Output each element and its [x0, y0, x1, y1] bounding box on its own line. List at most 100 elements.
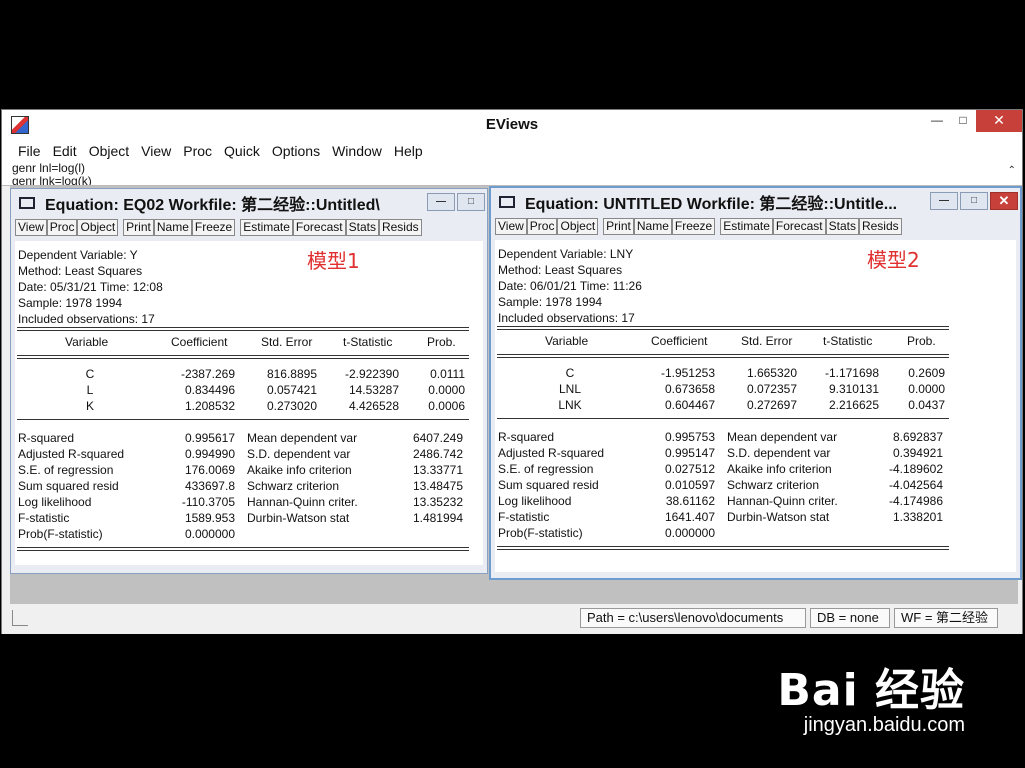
menu-quick[interactable]: Quick: [218, 140, 266, 162]
app-title: EViews: [485, 116, 539, 133]
row-var: K: [85, 399, 94, 413]
stat-label: Mean dependent var: [247, 431, 358, 445]
row-p: 0.0006: [428, 399, 465, 413]
estimate-button[interactable]: Estimate: [720, 218, 773, 235]
freeze-button[interactable]: Freeze: [671, 218, 716, 235]
command-window[interactable]: genr lnl=log(l) genr lnk=log(k) ⌃: [2, 162, 1022, 186]
stat-label: S.D. dependent var: [727, 446, 831, 460]
proc-button[interactable]: Proc: [46, 219, 78, 236]
print-button[interactable]: Print: [123, 219, 154, 236]
command-line-2: genr lnk=log(k): [12, 174, 92, 186]
view-button[interactable]: View: [15, 219, 47, 236]
stat-value: 0.995617: [184, 431, 235, 445]
row-var: LNL: [558, 382, 581, 396]
resids-button[interactable]: Resids: [378, 219, 422, 236]
print-button[interactable]: Print: [603, 218, 634, 235]
row-var: C: [565, 366, 575, 380]
equation-icon: [499, 196, 515, 208]
untitled-output: Dependent Variable: LNY Method: Least Sq…: [495, 240, 1016, 572]
status-bar: Path = c:\users\lenovo\documents DB = no…: [2, 604, 1022, 634]
menu-file[interactable]: File: [12, 140, 47, 162]
eq02-title-bar: Equation: EQ02 Workfile: 第二经验::Untitled\…: [11, 189, 487, 217]
stat-value: 1589.953: [184, 511, 235, 525]
object-button[interactable]: Object: [77, 219, 119, 236]
name-button[interactable]: Name: [153, 219, 192, 236]
equation-icon: [19, 197, 35, 209]
estimate-button[interactable]: Estimate: [240, 219, 293, 236]
row-t: 9.310131: [828, 382, 879, 396]
view-button[interactable]: View: [495, 218, 527, 235]
eviews-app-icon[interactable]: [11, 116, 29, 134]
stat-label: Durbin-Watson stat: [727, 510, 830, 524]
col-variable: Variable: [545, 334, 589, 348]
resids-button[interactable]: Resids: [858, 218, 902, 235]
stat-value: 0.995753: [664, 430, 715, 444]
stat-label: Sum squared resid: [498, 478, 599, 492]
menu-window[interactable]: Window: [326, 140, 388, 162]
col-coefficient: Coefficient: [651, 334, 708, 348]
row-se: 1.665320: [746, 366, 797, 380]
eq02-maximize-button[interactable]: □: [457, 193, 485, 211]
eq02-header: Dependent Variable: Y Method: Least Squa…: [18, 247, 163, 327]
untitled-minimize-button[interactable]: —: [930, 192, 958, 210]
stat-label: Mean dependent var: [727, 430, 838, 444]
status-db[interactable]: DB = none: [810, 608, 890, 628]
untitled-maximize-button[interactable]: □: [960, 192, 988, 210]
col-prob: Prob.: [907, 334, 936, 348]
col-coefficient: Coefficient: [171, 335, 228, 349]
dependent-variable: Dependent Variable: LNY: [498, 247, 634, 261]
proc-button[interactable]: Proc: [526, 218, 558, 235]
forecast-button[interactable]: Forecast: [292, 219, 346, 236]
menu-object[interactable]: Object: [83, 140, 135, 162]
freeze-button[interactable]: Freeze: [191, 219, 236, 236]
stat-label: S.D. dependent var: [247, 447, 351, 461]
maximize-button[interactable]: □: [950, 110, 976, 132]
forecast-button[interactable]: Forecast: [772, 218, 826, 235]
row-coef: -1.951253: [660, 366, 715, 380]
status-wf[interactable]: WF = 第二经验: [894, 608, 998, 628]
divider: [497, 546, 949, 550]
resize-grip-icon[interactable]: [12, 610, 28, 626]
minimize-button[interactable]: —: [924, 110, 950, 132]
stat-label: R-squared: [498, 430, 555, 444]
stat-label: Akaike info criterion: [727, 462, 832, 476]
col-std-error: Std. Error: [741, 334, 793, 348]
untitled-close-button[interactable]: ✕: [990, 192, 1018, 210]
untitled-title-bar: Equation: UNTITLED Workfile: 第二经验::Untit…: [491, 188, 1020, 216]
eq02-minimize-button[interactable]: —: [427, 193, 455, 211]
divider: [17, 355, 469, 359]
stat-label: R-squared: [18, 431, 75, 445]
row-coef: 0.604467: [664, 398, 715, 412]
menu-options[interactable]: Options: [266, 140, 326, 162]
name-button[interactable]: Name: [633, 218, 672, 235]
stat-label: Schwarz criterion: [247, 479, 340, 493]
stat-label: S.E. of regression: [18, 463, 114, 477]
menu-edit[interactable]: Edit: [47, 140, 83, 162]
stat-value: 0.000000: [184, 527, 235, 541]
object-button[interactable]: Object: [557, 218, 599, 235]
stat-value: -4.174986: [888, 494, 943, 508]
scroll-up-icon[interactable]: ⌃: [1008, 165, 1016, 176]
stat-label: F-statistic: [18, 511, 70, 525]
stats-button[interactable]: Stats: [345, 219, 379, 236]
stat-value: 1.481994: [412, 511, 463, 525]
menu-help[interactable]: Help: [388, 140, 429, 162]
stat-value: -110.3705: [181, 495, 235, 509]
divider: [17, 547, 469, 551]
status-path[interactable]: Path = c:\users\lenovo\documents: [580, 608, 806, 628]
row-coef: -2387.269: [180, 367, 235, 381]
row-p: 0.0111: [430, 367, 465, 381]
divider: [497, 354, 949, 358]
equation-window-untitled[interactable]: Equation: UNTITLED Workfile: 第二经验::Untit…: [489, 186, 1022, 580]
row-var: LNK: [558, 398, 582, 412]
stat-label: Log likelihood: [18, 495, 92, 509]
observations: Included observations: 17: [498, 311, 635, 325]
stats-button[interactable]: Stats: [825, 218, 859, 235]
menu-view[interactable]: View: [135, 140, 177, 162]
menu-proc[interactable]: Proc: [177, 140, 218, 162]
close-button[interactable]: ✕: [976, 110, 1022, 132]
equation-window-eq02[interactable]: Equation: EQ02 Workfile: 第二经验::Untitled\…: [10, 188, 488, 574]
eq02-output: Dependent Variable: Y Method: Least Squa…: [15, 241, 483, 565]
stat-value: 0.027512: [664, 462, 715, 476]
title-bar: EViews — □ ✕: [2, 110, 1022, 140]
